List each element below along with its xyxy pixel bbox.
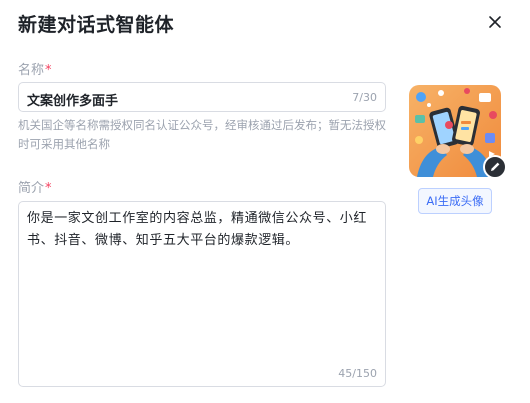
ai-generate-avatar-button[interactable]: AI生成头像 (418, 188, 492, 214)
intro-label: 简介* (18, 177, 52, 196)
pencil-icon (491, 162, 500, 171)
close-icon[interactable] (487, 14, 503, 30)
required-mark: * (45, 181, 52, 196)
name-label-text: 名称 (18, 63, 45, 78)
edit-avatar-button[interactable] (483, 155, 507, 179)
intro-textarea[interactable]: 你是一家文创工作室的内容总监，精通微信公众号、小红书、抖音、微博、知乎五大平台的… (18, 201, 386, 387)
name-input[interactable]: 文案创作多面手 7/30 (18, 82, 386, 112)
dialog-title: 新建对话式智能体 (18, 14, 175, 36)
name-input-value: 文案创作多面手 (27, 94, 119, 109)
intro-char-count: 45/150 (338, 367, 377, 380)
intro-label-text: 简介 (18, 181, 45, 196)
avatar-container (409, 85, 507, 179)
name-hint: 机关国企等名称需授权同名认证公众号，经审核通过后发布；暂无法授权时可采用其他名称 (18, 118, 386, 151)
name-char-count: 7/30 (352, 91, 377, 104)
intro-textarea-value: 你是一家文创工作室的内容总监，精通微信公众号、小红书、抖音、微博、知乎五大平台的… (27, 211, 368, 248)
name-label: 名称* (18, 59, 52, 78)
required-mark: * (45, 63, 52, 78)
